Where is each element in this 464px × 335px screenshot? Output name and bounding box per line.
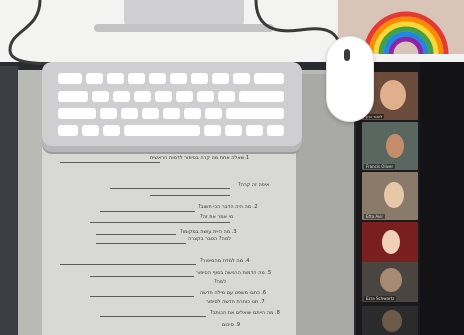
keyboard-key [246, 125, 263, 136]
keyboard-key [142, 108, 159, 119]
mouse [326, 36, 374, 122]
keyboard-key [163, 108, 180, 119]
keyboard-key [134, 91, 151, 102]
keyboard-key [86, 73, 103, 84]
keyboard-key [103, 125, 120, 136]
keyboard-key [226, 108, 284, 119]
keyboard-key [58, 108, 96, 119]
keyboard-key [225, 125, 242, 136]
keyboard-key [197, 91, 214, 102]
desk-illustration-frame: עבודת ביה"ס 1.שאלה אחת מה קרה בסיפור לדמ… [0, 0, 464, 335]
keyboard-key [184, 108, 201, 119]
keyboard-key [267, 125, 284, 136]
keyboard-key [58, 125, 78, 136]
keyboard-key [128, 73, 145, 84]
keyboard-key [205, 108, 222, 119]
keyboard-spacebar [124, 125, 200, 136]
keyboard-key [100, 108, 117, 119]
cables-icon [8, 0, 340, 66]
keyboard-key [149, 73, 166, 84]
keyboard-key [121, 108, 138, 119]
keyboard-key [107, 73, 124, 84]
keyboard-key [155, 91, 172, 102]
keyboard-key [58, 73, 82, 84]
keyboard-key [92, 91, 109, 102]
keyboard-key [176, 91, 193, 102]
keyboard-key [218, 91, 235, 102]
keyboard-key [212, 73, 229, 84]
keyboard-key [191, 73, 208, 84]
keyboard-key [82, 125, 99, 136]
keyboard-key [239, 91, 284, 102]
keyboard-key [58, 91, 88, 102]
keyboard-key [170, 73, 187, 84]
mouse-wheel [344, 49, 350, 61]
keyboard-key [204, 125, 221, 136]
keyboard-key [113, 91, 130, 102]
keyboard-key [233, 73, 250, 84]
keyboard-key [254, 73, 284, 84]
